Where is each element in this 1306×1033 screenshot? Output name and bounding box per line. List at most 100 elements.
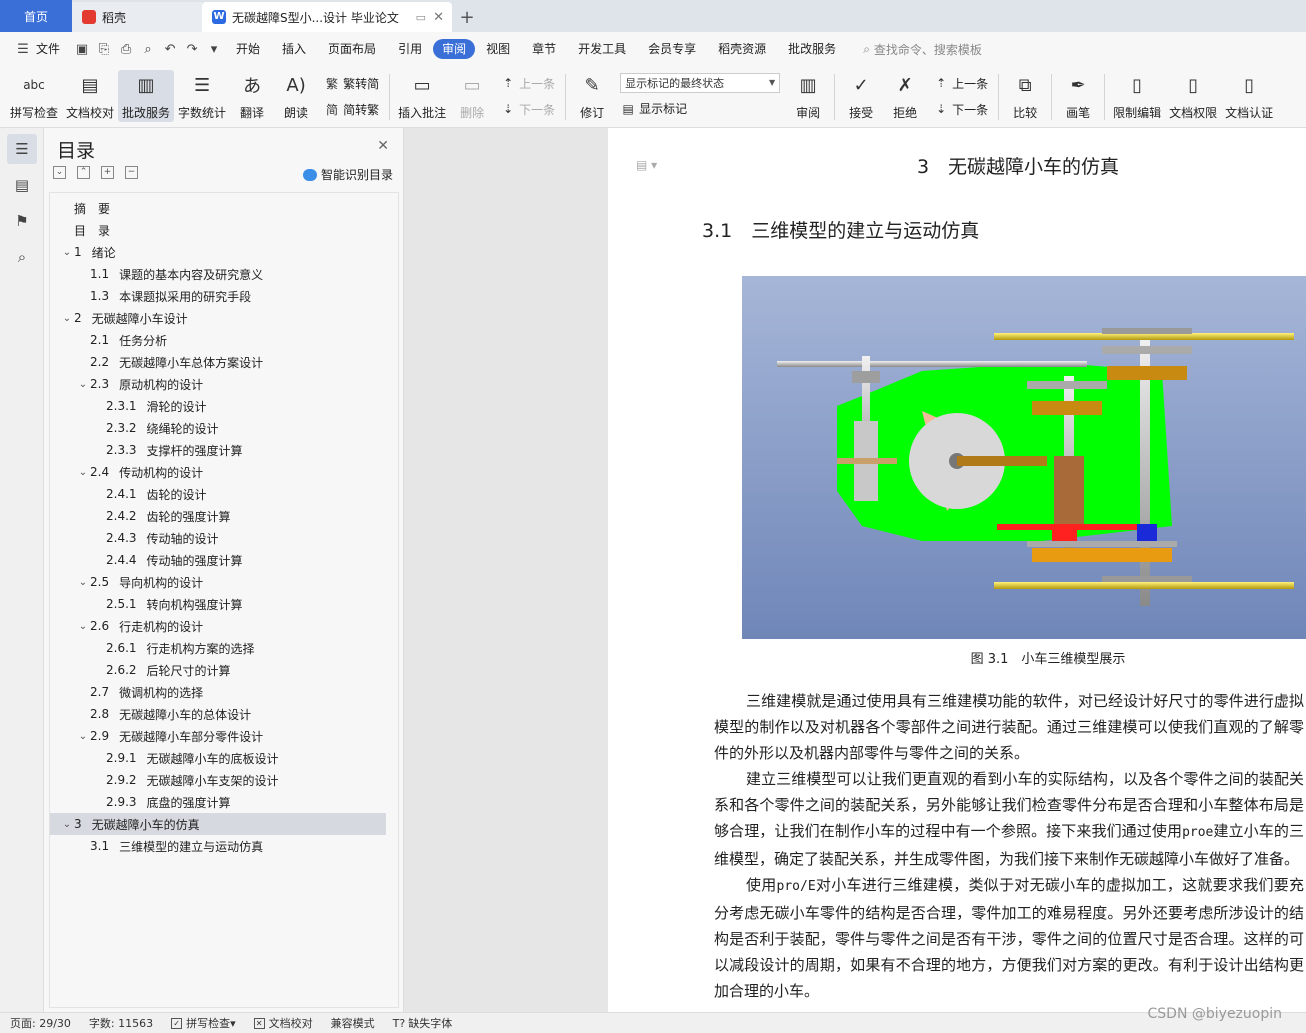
- close-icon[interactable]: ✕: [377, 138, 389, 154]
- tab-document[interactable]: W 无碳越障S型小...设计 毕业论文 ▭ ✕: [202, 2, 452, 32]
- toc-item[interactable]: 2.6.1 行走机构方案的选择: [50, 637, 386, 659]
- hamburger-icon[interactable]: ☰: [12, 39, 34, 59]
- chevron-down-icon[interactable]: ⌄: [60, 819, 74, 830]
- toc-item[interactable]: 1.3 本课题拟采用的研究手段: [50, 285, 386, 307]
- undo-icon[interactable]: ↶: [159, 39, 181, 59]
- correction-service-button[interactable]: ▥ 批改服务: [118, 70, 175, 122]
- prev-change-button[interactable]: ⇡ 上一条: [933, 72, 988, 94]
- redo-icon[interactable]: ↷: [181, 39, 203, 59]
- customize-icon[interactable]: ▾: [203, 39, 225, 59]
- collapse-all-icon[interactable]: ⌄: [53, 166, 66, 179]
- toc-item[interactable]: ⌄ 2.4 传动机构的设计: [50, 461, 386, 483]
- toc-icon[interactable]: ☰: [7, 134, 37, 164]
- close-icon[interactable]: ✕: [433, 10, 444, 25]
- menu-chapter[interactable]: 章节: [521, 39, 567, 59]
- simp-to-trad-button[interactable]: 简简转繁: [324, 98, 379, 120]
- delete-comment-button[interactable]: ▭ 删除: [450, 70, 494, 122]
- toc-item[interactable]: 2.8 无碳越障小车的总体设计: [50, 703, 386, 725]
- toc-item[interactable]: 摘 要: [50, 197, 386, 219]
- toc-item[interactable]: 2.4.2 齿轮的强度计算: [50, 505, 386, 527]
- monitor-icon[interactable]: ▭: [416, 11, 426, 24]
- insert-comment-button[interactable]: ▭ 插入批注: [394, 70, 450, 122]
- toc-item[interactable]: ⌄ 2.3 原动机构的设计: [50, 373, 386, 395]
- chevron-down-icon[interactable]: ⌄: [60, 247, 74, 258]
- toc-item[interactable]: 2.3.1 滑轮的设计: [50, 395, 386, 417]
- toc-item[interactable]: ⌄ 2.9 无碳越障小车部分零件设计: [50, 725, 386, 747]
- menu-correction[interactable]: 批改服务: [777, 39, 847, 59]
- toc-item[interactable]: ⌄ 2.6 行走机构的设计: [50, 615, 386, 637]
- toc-item[interactable]: 2.3.2 绕绳轮的设计: [50, 417, 386, 439]
- expand-all-icon[interactable]: ⌃: [77, 166, 90, 179]
- missing-font-button[interactable]: T? 缺失字体: [393, 1015, 453, 1031]
- compare-button[interactable]: ⧉ 比较: [1003, 70, 1047, 122]
- tab-daoke[interactable]: 稻壳: [72, 2, 202, 32]
- page-indicator[interactable]: 页面: 29/30: [10, 1015, 71, 1031]
- menu-devtools[interactable]: 开发工具: [567, 39, 637, 59]
- menu-insert[interactable]: 插入: [271, 39, 317, 59]
- menu-layout[interactable]: 页面布局: [317, 39, 387, 59]
- toc-item[interactable]: ⌄ 2 无碳越障小车设计: [50, 307, 386, 329]
- reject-button[interactable]: ✗ 拒绝: [883, 70, 927, 122]
- toc-item[interactable]: 2.1 任务分析: [50, 329, 386, 351]
- toc-item[interactable]: 2.7 微调机构的选择: [50, 681, 386, 703]
- toc-item[interactable]: 2.4.4 传动轴的强度计算: [50, 549, 386, 571]
- word-count-button[interactable]: ☰ 字数统计: [174, 70, 230, 122]
- toc-item[interactable]: 2.4.3 传动轴的设计: [50, 527, 386, 549]
- save-icon[interactable]: ▣: [71, 39, 93, 59]
- menu-member[interactable]: 会员专享: [637, 39, 707, 59]
- accept-button[interactable]: ✓ 接受: [839, 70, 883, 122]
- menu-review[interactable]: 审阅: [433, 39, 476, 59]
- doc-check-button[interactable]: ▤ 文档校对: [62, 70, 118, 122]
- command-search[interactable]: ⌕ 查找命令、搜索模板: [863, 41, 982, 58]
- menu-start[interactable]: 开始: [225, 39, 271, 59]
- pen-button[interactable]: ✒ 画笔: [1056, 70, 1100, 122]
- status-doc-check[interactable]: ✕ 文档校对: [253, 1015, 313, 1031]
- toc-item[interactable]: 2.6.2 后轮尺寸的计算: [50, 659, 386, 681]
- print-icon[interactable]: ⎙: [115, 39, 137, 59]
- prev-comment-button[interactable]: ⇡ 上一条: [500, 72, 555, 94]
- markup-state-select[interactable]: 显示标记的最终状态 ▼: [620, 72, 781, 93]
- toc-item[interactable]: ⌄ 3 无碳越障小车的仿真: [50, 813, 386, 835]
- toc-item[interactable]: 2.3.3 支撑杆的强度计算: [50, 439, 386, 461]
- doc-certify-button[interactable]: ▯ 文档认证: [1221, 70, 1277, 122]
- toc-item[interactable]: 目 录: [50, 219, 386, 241]
- restrict-edit-button[interactable]: ▯ 限制编辑: [1109, 70, 1165, 122]
- spell-check-button[interactable]: abc 拼写检查: [6, 70, 62, 122]
- toc-item[interactable]: 2.9.2 无碳越障小车支架的设计: [50, 769, 386, 791]
- status-spell-check[interactable]: ✓ 拼写检查 ▾: [171, 1015, 236, 1031]
- menu-daoke-resources[interactable]: 稻壳资源: [707, 39, 777, 59]
- add-heading-icon[interactable]: +: [101, 166, 114, 179]
- word-count-indicator[interactable]: 字数: 11563: [89, 1015, 153, 1031]
- toc-item[interactable]: 1.1 课题的基本内容及研究意义: [50, 263, 386, 285]
- trad-to-simp-button[interactable]: 繁繁转简: [324, 72, 379, 94]
- new-tab-icon[interactable]: +: [452, 2, 482, 32]
- read-aloud-button[interactable]: A) 朗读: [274, 70, 318, 122]
- track-changes-button[interactable]: ✎ 修订: [570, 70, 614, 122]
- toc-item[interactable]: 2.2 无碳越障小车总体方案设计: [50, 351, 386, 373]
- chevron-down-icon[interactable]: ⌄: [76, 467, 90, 478]
- preview-icon[interactable]: ⌕: [137, 39, 159, 59]
- doc-permission-button[interactable]: ▯ 文档权限: [1165, 70, 1221, 122]
- bookmark-icon[interactable]: ⚑: [7, 206, 37, 236]
- chevron-down-icon[interactable]: ⌄: [76, 731, 90, 742]
- chevron-down-icon[interactable]: ⌄: [60, 313, 74, 324]
- smart-toc-button[interactable]: 智能识别目录: [302, 166, 393, 183]
- chevron-down-icon[interactable]: ⌄: [76, 379, 90, 390]
- show-markup-button[interactable]: ▤ 显示标记: [620, 98, 780, 120]
- toc-item[interactable]: 2.5.1 转向机构强度计算: [50, 593, 386, 615]
- menu-reference[interactable]: 引用: [387, 39, 433, 59]
- remove-heading-icon[interactable]: −: [125, 166, 138, 179]
- toc-item[interactable]: 3.1 三维模型的建立与运动仿真: [50, 835, 386, 857]
- next-change-button[interactable]: ⇣ 下一条: [933, 98, 988, 120]
- chapter-nav-icon[interactable]: ▤: [7, 170, 37, 200]
- translate-button[interactable]: あ翻译: [230, 70, 274, 122]
- chevron-down-icon[interactable]: ⌄: [76, 577, 90, 588]
- export-icon[interactable]: ⎘: [93, 39, 115, 59]
- chevron-down-icon[interactable]: ⌄: [76, 621, 90, 632]
- next-comment-button[interactable]: ⇣ 下一条: [500, 98, 555, 120]
- toc-item[interactable]: 2.9.3 底盘的强度计算: [50, 791, 386, 813]
- menu-file[interactable]: 文件: [34, 39, 71, 59]
- menu-view[interactable]: 视图: [475, 39, 521, 59]
- toc-item[interactable]: ⌄ 1 绪论: [50, 241, 386, 263]
- review-pane-button[interactable]: ▥ 审阅: [786, 70, 830, 122]
